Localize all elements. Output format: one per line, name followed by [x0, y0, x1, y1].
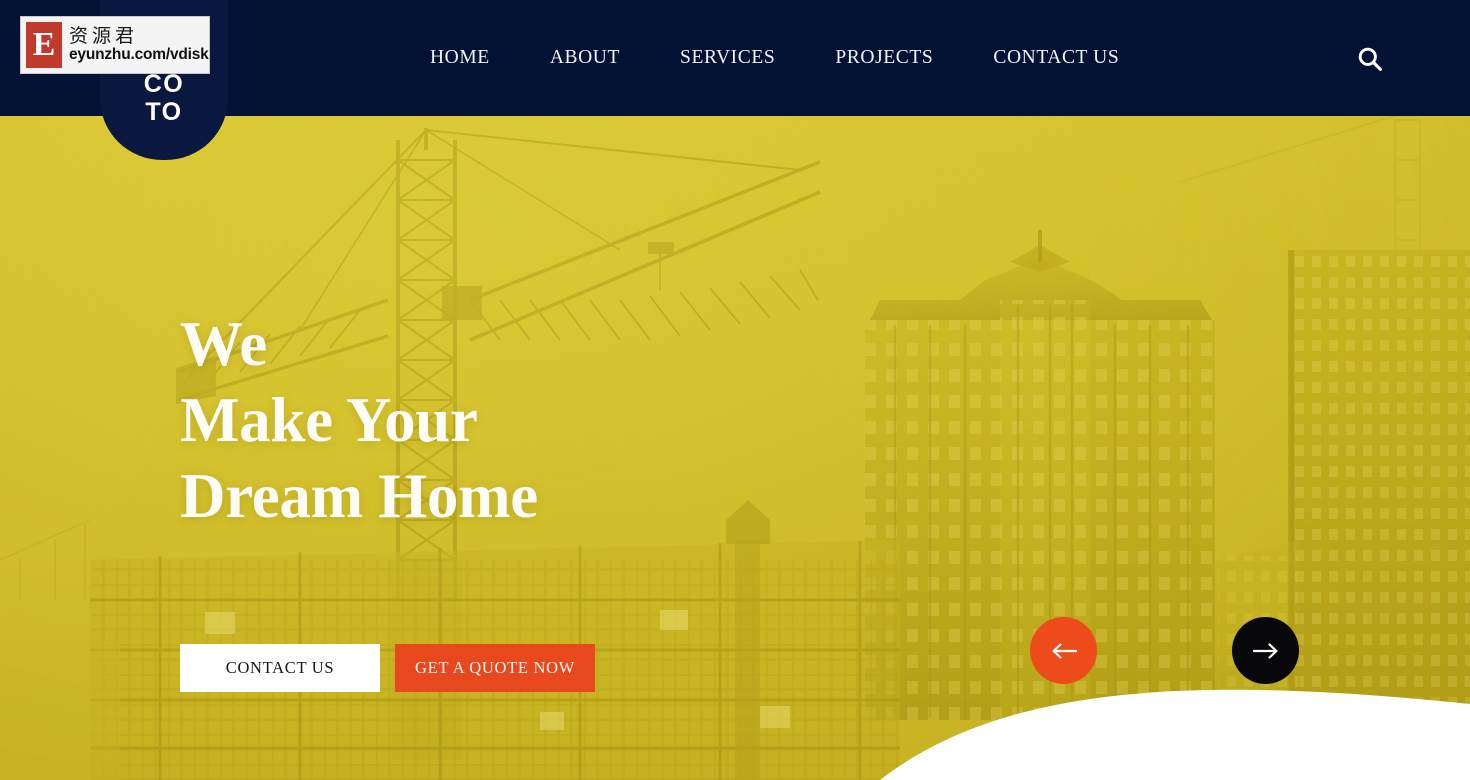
logo-line-2: TO: [145, 98, 183, 126]
arrow-right-icon: [1252, 641, 1279, 661]
watermark-chinese-text: 资源君: [69, 24, 139, 47]
hero-title-line-1: We: [180, 309, 267, 379]
search-icon: [1356, 45, 1384, 73]
watermark-logo-icon: E: [26, 22, 62, 68]
logo-line-1: CO: [143, 70, 185, 98]
nav-item-contact-us[interactable]: CONTACT US: [963, 48, 1149, 68]
watermark-text: 资源君 eyunzhu.com/vdisk: [69, 24, 209, 64]
watermark-url-text: eyunzhu.com/vdisk: [69, 46, 209, 64]
page-title: We Make Your Dream Home: [180, 306, 538, 534]
hero-title-line-2: Make Your: [180, 385, 478, 455]
watermark-overlay: E 资源君 eyunzhu.com/vdisk: [20, 16, 210, 74]
nav-item-services[interactable]: SERVICES: [650, 48, 805, 68]
nav-item-home[interactable]: HOME: [400, 48, 520, 68]
arrow-left-icon: [1051, 641, 1077, 661]
nav-item-about[interactable]: ABOUT: [520, 48, 650, 68]
hero-title-line-3: Dream Home: [180, 461, 538, 531]
watermark-badge-letter: E: [32, 26, 56, 63]
main-navigation: HOME ABOUT SERVICES PROJECTS CONTACT US: [400, 0, 1149, 116]
hero-copy: We Make Your Dream Home: [180, 306, 538, 534]
carousel-prev-button[interactable]: [1030, 617, 1097, 684]
search-button[interactable]: [1353, 42, 1387, 76]
nav-item-projects[interactable]: PROJECTS: [805, 48, 963, 68]
carousel-next-button[interactable]: [1232, 617, 1299, 684]
page-root: We Make Your Dream Home CONTACT US GET A…: [0, 0, 1470, 780]
